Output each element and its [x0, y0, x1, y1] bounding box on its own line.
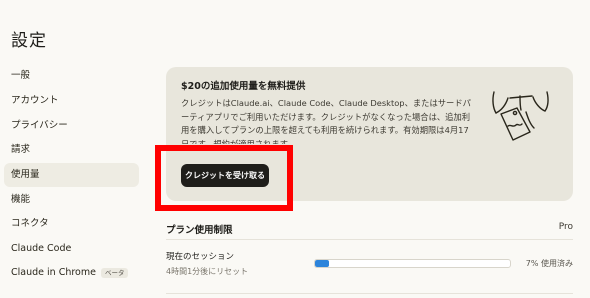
section-divider: [166, 293, 573, 294]
beta-badge: ベータ: [100, 267, 129, 278]
current-session-label: 現在のセッション: [166, 252, 235, 262]
sidebar-item-label: Claude Code: [11, 243, 72, 254]
sidebar-item-account[interactable]: アカウント: [4, 89, 139, 113]
sidebar-item-connectors[interactable]: コネクタ: [4, 212, 139, 236]
session-usage-progress-bar: [314, 259, 511, 268]
sidebar-item-label: 機能: [11, 194, 31, 205]
sidebar-item-features[interactable]: 機能: [4, 188, 139, 212]
section-divider: [166, 239, 573, 240]
sidebar-item-label: 請求: [11, 144, 31, 155]
sidebar-item-label: アカウント: [11, 95, 59, 106]
plan-name: Pro: [558, 222, 573, 232]
claim-credit-button[interactable]: クレジットを受け取る: [181, 164, 269, 187]
promo-description: クレジットはClaude.ai、Claude Code、Claude Deskt…: [181, 98, 471, 144]
session-reset-text: 4時間1分後にリセット: [166, 267, 249, 276]
session-usage-percent: 7% 使用済み: [525, 259, 573, 268]
sidebar-item-label: コネクタ: [11, 218, 49, 229]
sidebar-item-usage[interactable]: 使用量: [4, 163, 139, 187]
plan-usage-limits-title: プラン使用制限: [166, 225, 233, 236]
sidebar-item-billing[interactable]: 請求: [4, 138, 139, 162]
sidebar-item-label: プライバシー: [11, 120, 68, 131]
session-usage-progress-fill: [315, 260, 329, 267]
page-title: 設定: [11, 31, 47, 51]
promo-title: $20の追加使用量を無料提供: [181, 81, 306, 92]
sidebar-item-general[interactable]: 一般: [4, 64, 139, 88]
gift-tag-illustration-icon: [484, 80, 556, 152]
sidebar-item-claude-in-chrome[interactable]: Claude in Chrome ベータ: [4, 261, 139, 285]
sidebar-item-label: 使用量: [11, 169, 40, 180]
sidebar-item-label: 一般: [11, 70, 31, 81]
sidebar-item-claude-code[interactable]: Claude Code: [4, 237, 139, 261]
sidebar-item-privacy[interactable]: プライバシー: [4, 114, 139, 138]
sidebar-item-label: Claude in Chrome: [11, 267, 96, 278]
